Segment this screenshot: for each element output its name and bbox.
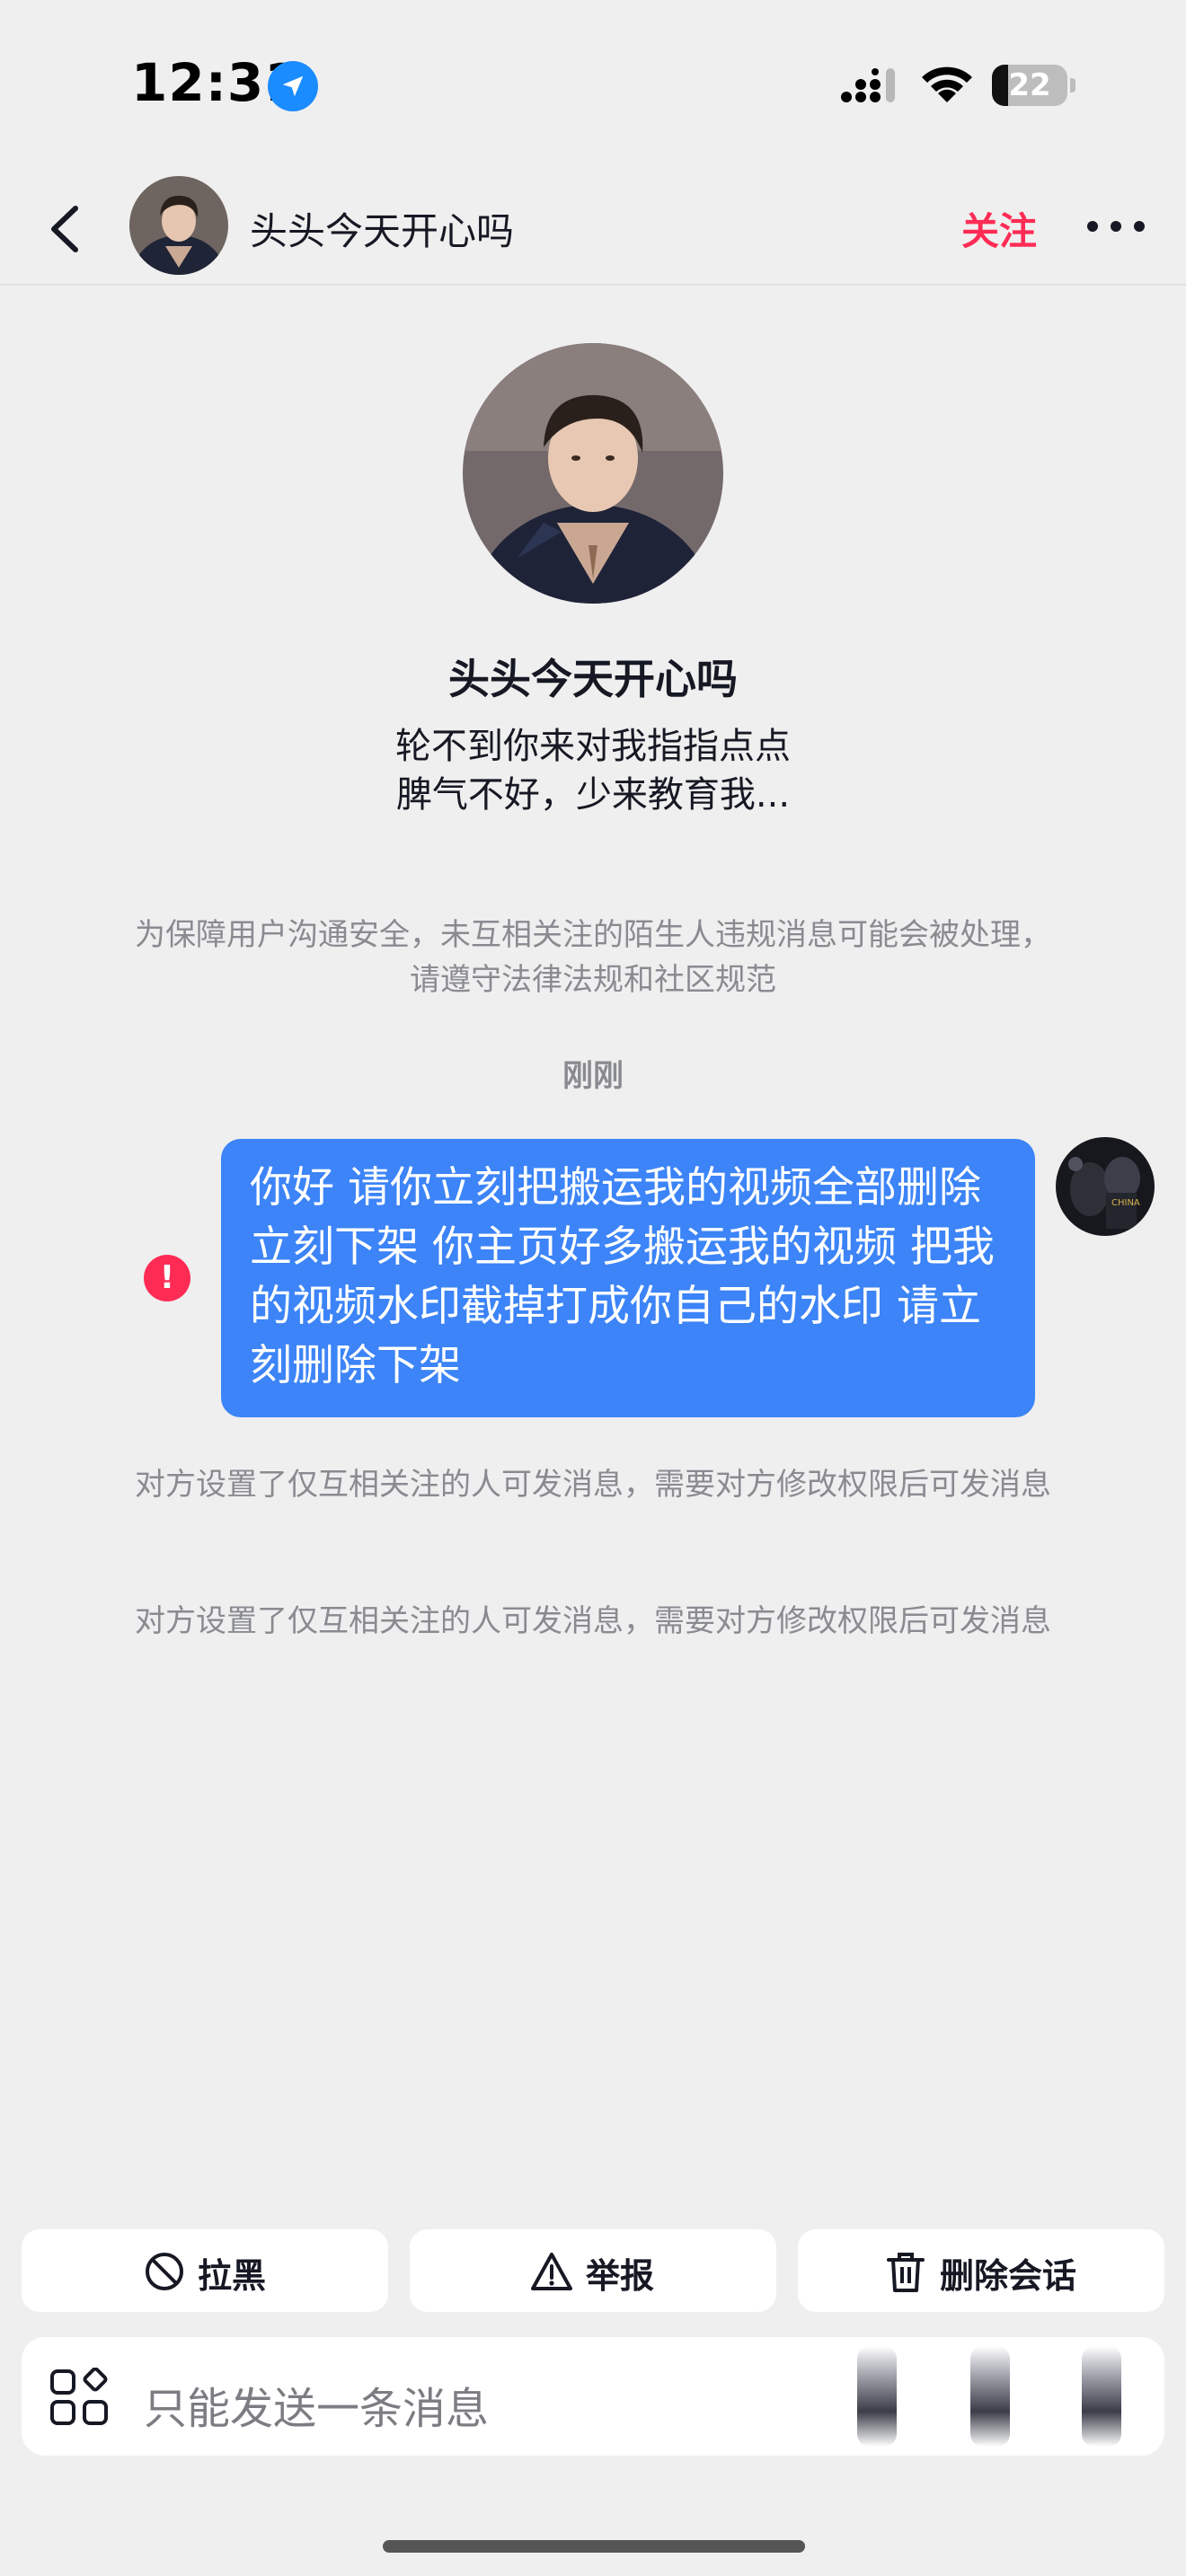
chat-screen: 12:31 22 头头今天开心吗 关注 头头今天开心吗 轮不到你来对我指指点点 … bbox=[0, 0, 1186, 2576]
profile-name: 头头今天开心吗 bbox=[448, 655, 738, 703]
delete-conversation-label: 删除会话 bbox=[940, 2256, 1077, 2296]
trash-icon bbox=[887, 2253, 925, 2292]
safety-notice: 为保障用户沟通安全，未互相关注的陌生人违规消息可能会被处理，请遵守法律法规和社区… bbox=[135, 917, 1051, 998]
profile-bio-line: 轮不到你来对我指指点点 bbox=[395, 726, 791, 767]
follow-button[interactable]: 关注 bbox=[961, 201, 1037, 256]
header-username[interactable]: 头头今天开心吗 bbox=[250, 201, 514, 256]
profile-avatar[interactable] bbox=[463, 343, 723, 604]
message-timestamp: 刚刚 bbox=[562, 1058, 624, 1094]
report-label: 举报 bbox=[586, 2256, 655, 2296]
wifi-icon bbox=[922, 66, 972, 102]
chat-header: 头头今天开心吗 关注 bbox=[0, 171, 1186, 286]
status-bar: 12:31 22 bbox=[0, 0, 1186, 171]
apps-grid-icon[interactable] bbox=[49, 2368, 111, 2427]
block-icon bbox=[146, 2253, 183, 2290]
header-avatar[interactable] bbox=[129, 176, 228, 275]
input-accessory-slot[interactable] bbox=[1082, 2346, 1121, 2447]
location-arrow-icon bbox=[268, 61, 318, 111]
back-arrow-icon bbox=[51, 206, 78, 252]
svg-text:CHINA: CHINA bbox=[1111, 1198, 1140, 1208]
report-button[interactable]: 举报 bbox=[410, 2229, 776, 2312]
delete-conversation-button[interactable]: 删除会话 bbox=[798, 2229, 1164, 2312]
message-input-bar[interactable]: 只能发送一条消息 bbox=[22, 2337, 1164, 2456]
permission-notice: 对方设置了仅互相关注的人可发消息，需要对方修改权限后可发消息 bbox=[135, 1603, 1051, 1639]
back-button[interactable] bbox=[40, 198, 93, 260]
profile-bio-line: 脾气不好，少来教育我... bbox=[395, 774, 791, 816]
warning-triangle-icon bbox=[531, 2253, 572, 2290]
message-input-placeholder[interactable]: 只能发送一条消息 bbox=[144, 2373, 489, 2436]
profile-bio: 轮不到你来对我指指点点 脾气不好，少来教育我... bbox=[0, 722, 1186, 819]
message-bubble[interactable]: 你好 请你立刻把搬运我的视频全部删除立刻下架 你主页好多搬运我的视频 把我的视频… bbox=[221, 1139, 1035, 1417]
self-avatar[interactable]: CHINA bbox=[1056, 1137, 1155, 1236]
more-options-button[interactable] bbox=[1084, 207, 1150, 243]
permission-notice: 对方设置了仅互相关注的人可发消息，需要对方修改权限后可发消息 bbox=[135, 1467, 1051, 1503]
block-button[interactable]: 拉黑 bbox=[22, 2229, 388, 2312]
signal-icon bbox=[841, 68, 895, 102]
battery-icon: 22 bbox=[992, 65, 1075, 106]
battery-level: 22 bbox=[1008, 67, 1051, 103]
home-indicator[interactable] bbox=[383, 2540, 805, 2553]
input-accessory-slot[interactable] bbox=[970, 2346, 1010, 2447]
error-icon[interactable]: ! bbox=[144, 1255, 190, 1301]
block-label: 拉黑 bbox=[198, 2256, 267, 2296]
input-accessory-slot[interactable] bbox=[857, 2346, 897, 2447]
